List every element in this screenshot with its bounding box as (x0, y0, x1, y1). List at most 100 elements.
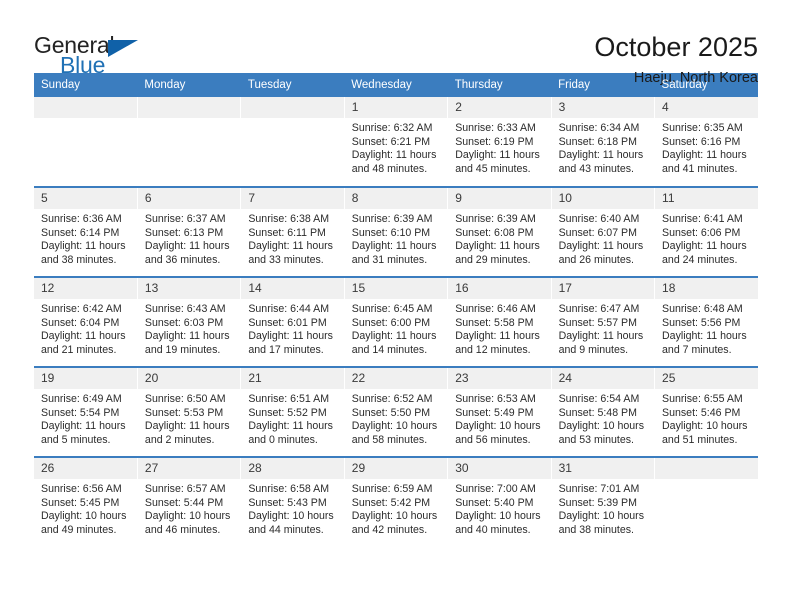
page-header: General Blue October 2025 Haeju, North K… (34, 0, 758, 86)
calendar-day-cell[interactable]: 21 Sunrise: 6:51 AM Sunset: 5:52 PM Dayligh… (240, 366, 345, 457)
day-info-line: Sunrise: 6:55 AM (662, 393, 743, 405)
calendar-day-cell[interactable]: 1 Sunrise: 6:32 AM Sunset: 6:21 PM Daylight… (343, 97, 448, 187)
day-info-line: and 0 minutes. (248, 433, 318, 446)
calendar-day-cell[interactable]: 10 Sunrise: 6:40 AM Sunset: 6:07 PM Dayligh… (550, 186, 655, 277)
day-sun-info: Sunrise: 6:35 AM Sunset: 6:16 PM Daylight:… (655, 118, 758, 176)
day-sun-info: Sunrise: 6:37 AM Sunset: 6:13 PM Daylight:… (138, 209, 240, 267)
calendar-day-cell[interactable]: 26 Sunrise: 6:56 AM Sunset: 5:45 PM Dayligh… (34, 456, 138, 547)
day-info-line: Sunset: 6:00 PM (351, 316, 431, 329)
day-info-line: Daylight: 11 hours (455, 330, 540, 343)
day-info-line: and 43 minutes. (558, 162, 634, 175)
day-info-line: Daylight: 11 hours (41, 240, 126, 253)
day-info-line: Sunrise: 6:36 AM (41, 213, 122, 225)
day-sun-info: Sunrise: 6:33 AM Sunset: 6:19 PM Daylight:… (448, 118, 550, 176)
day-number: 20 (137, 368, 241, 389)
day-info-line: Daylight: 11 hours (558, 149, 644, 162)
day-number: 29 (344, 458, 448, 479)
calendar-day-cell[interactable]: 18 Sunrise: 6:48 AM Sunset: 5:56 PM Dayligh… (654, 276, 758, 367)
day-info-line: Daylight: 11 hours (455, 149, 540, 162)
day-info-line: Daylight: 10 hours (351, 510, 438, 523)
day-sun-info: Sunrise: 6:56 AM Sunset: 5:45 PM Daylight:… (34, 479, 137, 537)
calendar-day-cell[interactable]: 29 Sunrise: 6:59 AM Sunset: 5:42 PM Dayligh… (343, 456, 448, 547)
day-info-line: and 58 minutes. (351, 433, 428, 446)
day-sun-info: Sunrise: 6:49 AM Sunset: 5:54 PM Daylight:… (34, 389, 137, 447)
day-info-line: Sunrise: 6:58 AM (248, 483, 330, 495)
day-info-line: Sunset: 5:49 PM (455, 406, 534, 419)
day-info-line: Daylight: 11 hours (144, 240, 230, 253)
calendar-day-cell[interactable]: 20 Sunrise: 6:50 AM Sunset: 5:53 PM Dayligh… (136, 366, 241, 457)
day-info-line: and 24 minutes. (662, 253, 738, 266)
calendar-day-cell[interactable]: 13 Sunrise: 6:43 AM Sunset: 6:03 PM Dayligh… (136, 276, 241, 367)
day-sun-info: Sunrise: 6:57 AM Sunset: 5:44 PM Daylight:… (138, 479, 240, 537)
day-info-line: Sunset: 6:19 PM (455, 135, 534, 148)
day-number (241, 97, 344, 118)
calendar-day-cell[interactable]: 22 Sunrise: 6:52 AM Sunset: 5:50 PM Dayligh… (343, 366, 448, 457)
general-blue-logo[interactable]: General Blue (34, 32, 164, 80)
day-info-line: Sunset: 6:07 PM (558, 226, 637, 239)
calendar-day-cell[interactable]: 14 Sunrise: 6:44 AM Sunset: 6:01 PM Dayligh… (240, 276, 345, 367)
day-info-line: Sunrise: 6:56 AM (41, 483, 122, 495)
calendar-day-cell[interactable]: 6 Sunrise: 6:37 AM Sunset: 6:13 PM Daylight… (136, 186, 241, 277)
calendar-day-cell[interactable]: 19 Sunrise: 6:49 AM Sunset: 5:54 PM Dayligh… (34, 366, 138, 457)
day-info-line: Sunset: 5:58 PM (455, 316, 534, 329)
day-info-line: and 29 minutes. (455, 253, 531, 266)
day-sun-info: Sunrise: 6:34 AM Sunset: 6:18 PM Daylight:… (552, 118, 654, 176)
calendar-day-cell[interactable]: 11 Sunrise: 6:41 AM Sunset: 6:06 PM Dayligh… (654, 186, 758, 277)
day-info-line: and 40 minutes. (455, 523, 531, 536)
calendar-day-cell[interactable]: 24 Sunrise: 6:54 AM Sunset: 5:48 PM Dayligh… (550, 366, 655, 457)
day-number: 5 (34, 188, 137, 209)
calendar-day-cell[interactable]: 5 Sunrise: 6:36 AM Sunset: 6:14 PM Daylight… (34, 186, 138, 277)
calendar-day-cell[interactable]: 4 Sunrise: 6:35 AM Sunset: 6:16 PM Daylight… (654, 97, 758, 187)
calendar-day-cell[interactable]: 9 Sunrise: 6:39 AM Sunset: 6:08 PM Daylight… (447, 186, 552, 277)
day-number: 16 (448, 278, 551, 299)
day-sun-info: Sunrise: 6:39 AM Sunset: 6:08 PM Daylight:… (448, 209, 550, 267)
day-info-line: Daylight: 10 hours (248, 510, 334, 523)
day-info-line: Daylight: 11 hours (144, 330, 230, 343)
calendar-day-cell[interactable]: 27 Sunrise: 6:57 AM Sunset: 5:44 PM Dayligh… (136, 456, 241, 547)
calendar-week-row: 26 Sunrise: 6:56 AM Sunset: 5:45 PM Dayligh… (34, 456, 758, 547)
day-info-line: and 42 minutes. (351, 523, 428, 536)
day-info-line: and 2 minutes. (144, 433, 215, 446)
calendar-day-cell[interactable]: 16 Sunrise: 6:46 AM Sunset: 5:58 PM Dayligh… (447, 276, 552, 367)
day-number: 24 (551, 368, 655, 389)
day-info-line: Sunset: 5:48 PM (558, 406, 637, 419)
calendar-day-cell[interactable]: 28 Sunrise: 6:58 AM Sunset: 5:43 PM Dayligh… (240, 456, 345, 547)
day-info-line: Sunrise: 6:35 AM (662, 122, 743, 134)
day-info-line: Sunset: 6:18 PM (558, 135, 637, 148)
calendar-day-cell-empty (654, 456, 758, 547)
calendar-day-cell[interactable]: 8 Sunrise: 6:39 AM Sunset: 6:10 PM Daylight… (343, 186, 448, 277)
calendar-day-cell[interactable]: 12 Sunrise: 6:42 AM Sunset: 6:04 PM Dayligh… (34, 276, 138, 367)
day-sun-info: Sunrise: 6:39 AM Sunset: 6:10 PM Daylight:… (345, 209, 447, 267)
calendar-day-cell-empty (136, 97, 241, 187)
calendar-day-cell[interactable]: 31 Sunrise: 7:01 AM Sunset: 5:39 PM Dayligh… (550, 456, 655, 547)
calendar-day-cell[interactable]: 2 Sunrise: 6:33 AM Sunset: 6:19 PM Daylight… (447, 97, 552, 187)
day-info-line: Daylight: 11 hours (351, 330, 437, 343)
day-sun-info: Sunrise: 6:59 AM Sunset: 5:42 PM Daylight:… (345, 479, 447, 537)
day-number: 1 (344, 97, 448, 118)
day-info-line: and 44 minutes. (248, 523, 324, 536)
day-info-line: Sunset: 6:14 PM (41, 226, 120, 239)
day-sun-info: Sunrise: 6:48 AM Sunset: 5:56 PM Daylight:… (655, 299, 758, 357)
day-info-line: Sunset: 6:01 PM (248, 316, 327, 329)
day-info-line: Sunrise: 6:46 AM (455, 303, 536, 315)
day-info-line: Daylight: 11 hours (248, 330, 333, 343)
day-info-line: and 14 minutes. (351, 343, 428, 356)
day-info-line: Sunset: 5:50 PM (351, 406, 431, 419)
day-info-line: Sunset: 5:56 PM (662, 316, 741, 329)
calendar-day-cell[interactable]: 30 Sunrise: 7:00 AM Sunset: 5:40 PM Dayligh… (447, 456, 552, 547)
day-info-line: Sunset: 5:52 PM (248, 406, 327, 419)
calendar-day-cell[interactable]: 25 Sunrise: 6:55 AM Sunset: 5:46 PM Dayligh… (654, 366, 758, 457)
day-info-line: and 53 minutes. (558, 433, 634, 446)
calendar-day-cell[interactable]: 3 Sunrise: 6:34 AM Sunset: 6:18 PM Daylight… (550, 97, 655, 187)
day-info-line: Sunrise: 6:37 AM (144, 213, 226, 225)
day-number: 11 (655, 188, 758, 209)
calendar-day-cell[interactable]: 17 Sunrise: 6:47 AM Sunset: 5:57 PM Dayligh… (550, 276, 655, 367)
day-sun-info: Sunrise: 6:55 AM Sunset: 5:46 PM Daylight:… (655, 389, 758, 447)
calendar-day-cell[interactable]: 7 Sunrise: 6:38 AM Sunset: 6:11 PM Daylight… (240, 186, 345, 277)
calendar-day-cell[interactable]: 15 Sunrise: 6:45 AM Sunset: 6:00 PM Dayligh… (343, 276, 448, 367)
day-info-line: Sunrise: 6:38 AM (248, 213, 330, 225)
day-sun-info: Sunrise: 6:42 AM Sunset: 6:04 PM Daylight:… (34, 299, 137, 357)
calendar-week-row: 1 Sunrise: 6:32 AM Sunset: 6:21 PM Daylight… (34, 97, 758, 187)
calendar-day-cell-empty (240, 97, 345, 187)
calendar-day-cell[interactable]: 23 Sunrise: 6:53 AM Sunset: 5:49 PM Dayligh… (447, 366, 552, 457)
